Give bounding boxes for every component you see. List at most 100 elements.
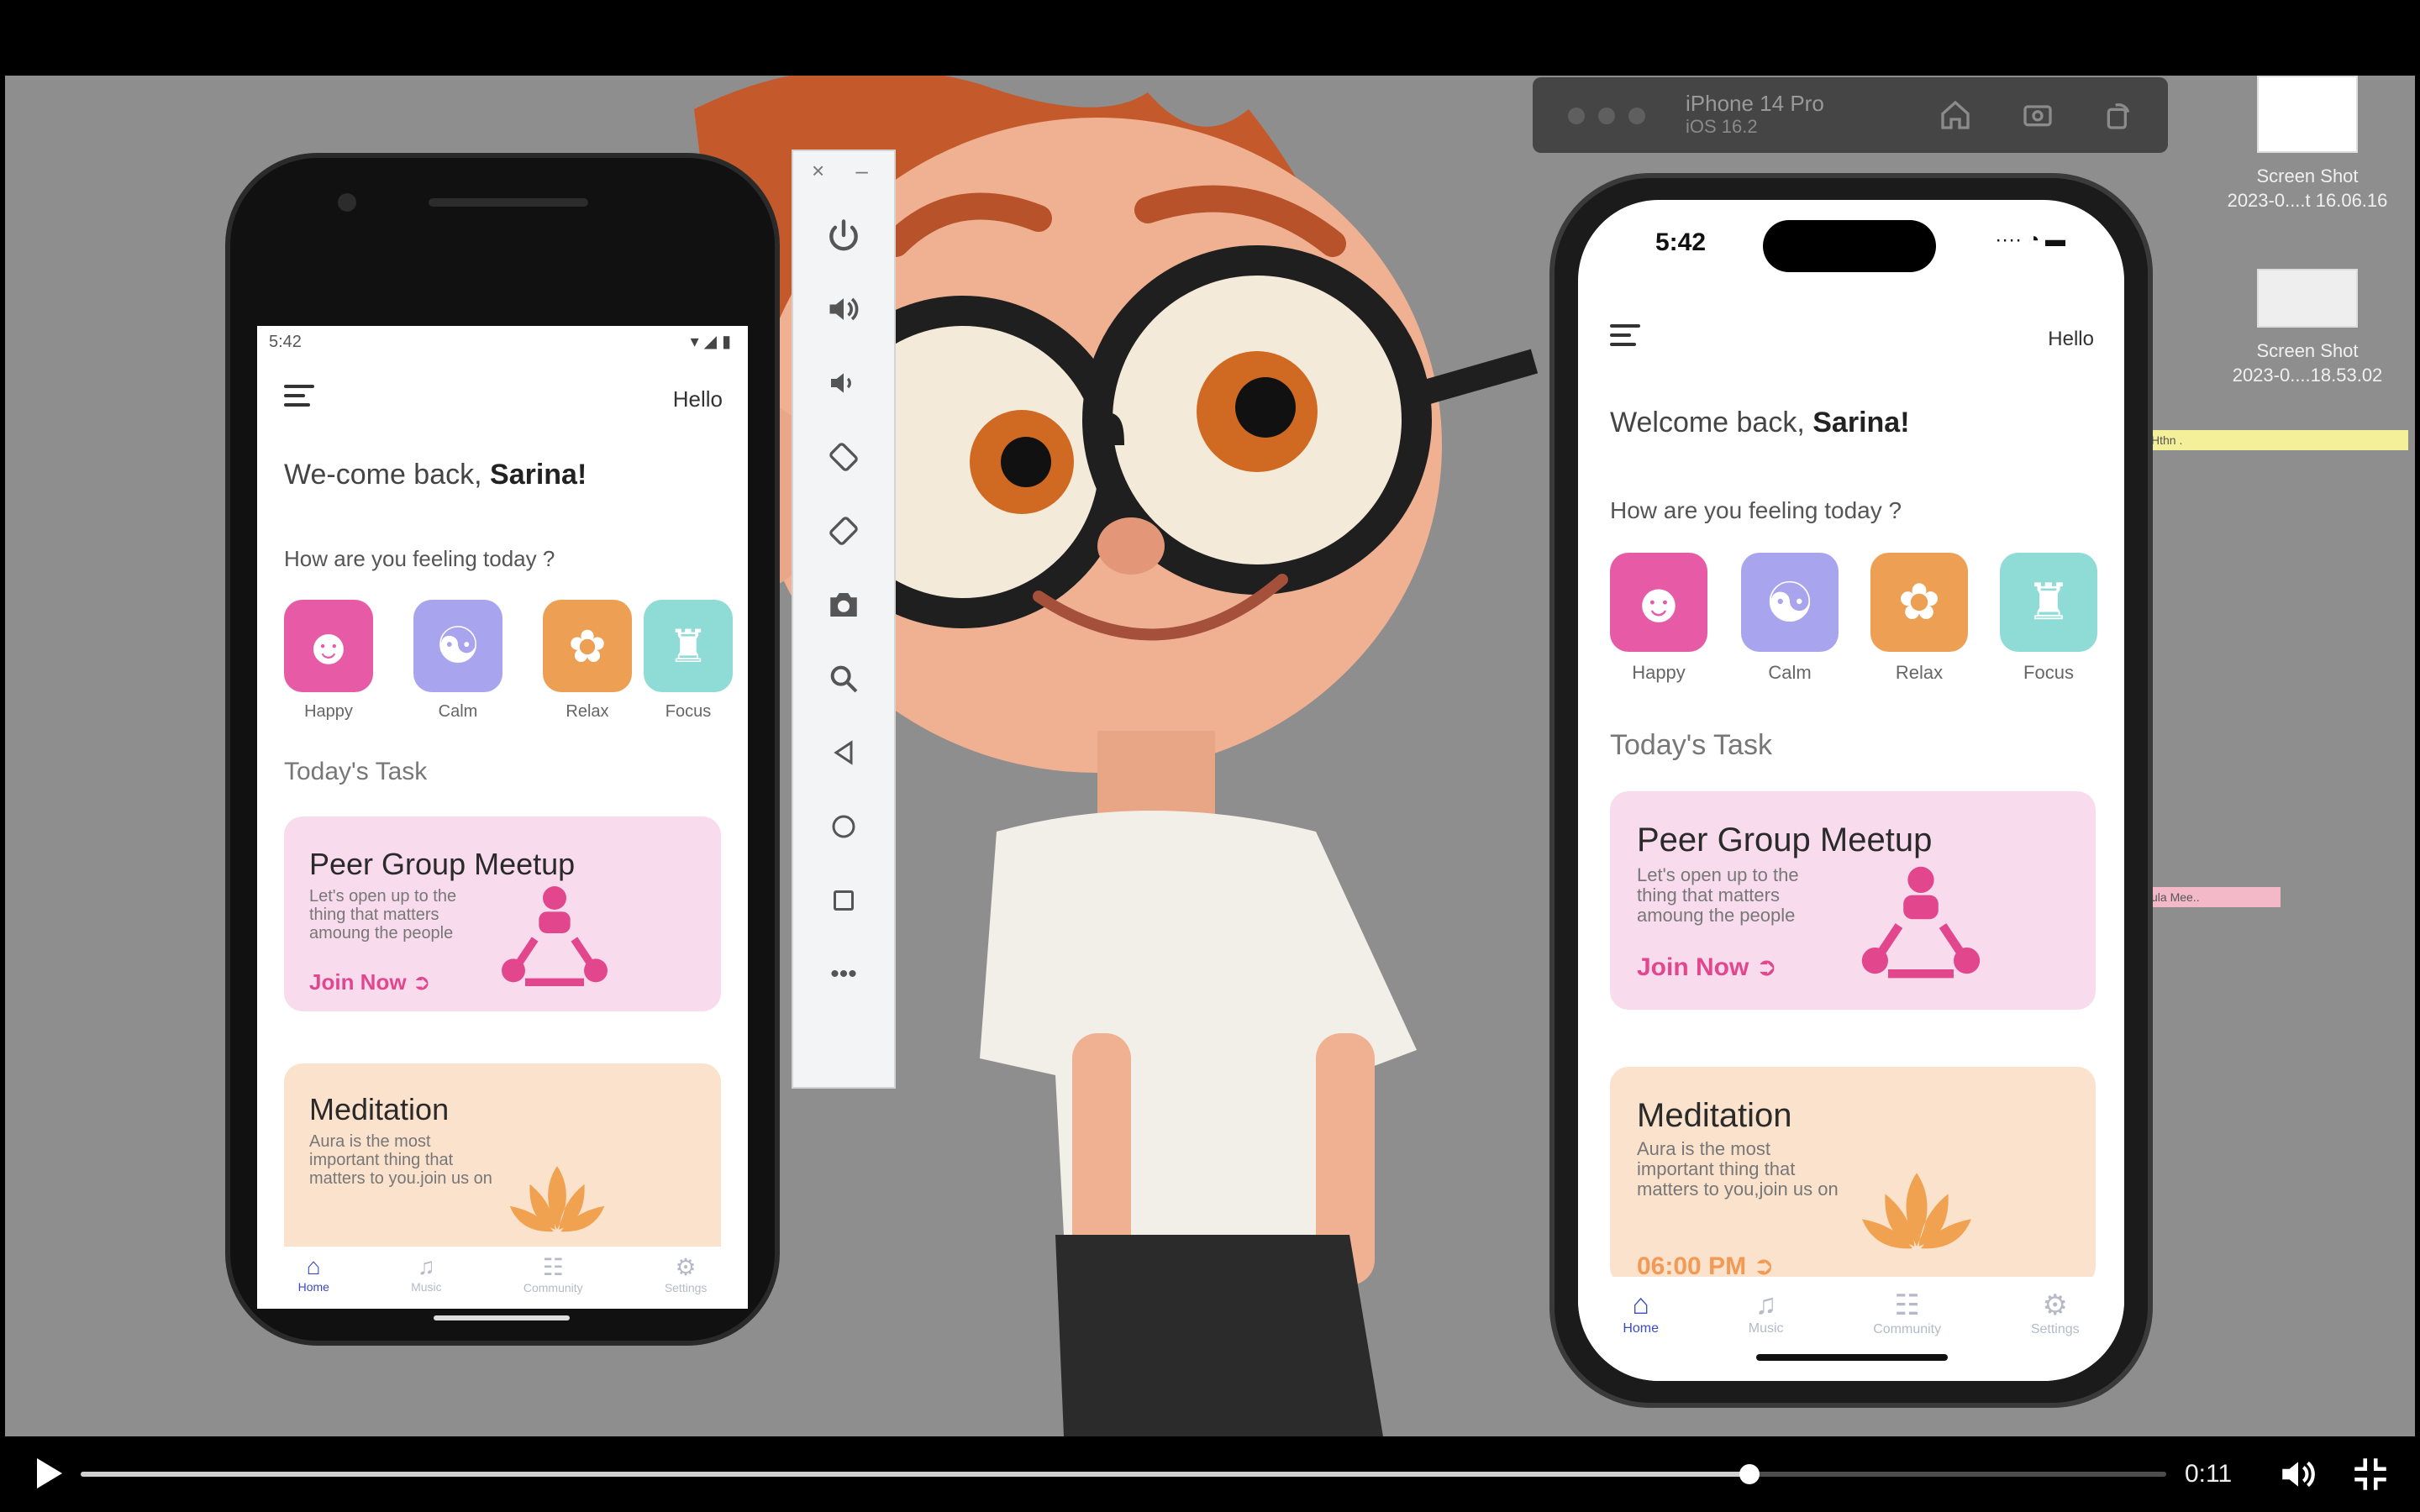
rotate-right-icon[interactable] — [818, 506, 869, 556]
tab-label: Community — [523, 1281, 583, 1294]
rotate-icon[interactable] — [2097, 94, 2139, 136]
mood-label: Happy — [304, 702, 353, 721]
emulator-toolbar: × – ••• — [792, 150, 896, 1089]
tab-label: Settings — [2030, 1322, 2080, 1336]
people-icon: ☷ — [542, 1254, 564, 1280]
tab-home[interactable]: ⌂ Home — [298, 1253, 329, 1309]
tab-label: Community — [1873, 1322, 1942, 1336]
android-screen[interactable]: 5:42 ▾◢▮ Hello We-come back, Sarina! How… — [257, 326, 748, 1309]
video-player: Screen Shot 2023-0....t 16.06.16 Screen … — [0, 0, 2420, 1512]
welcome-heading: We-come back, Sarina! — [284, 459, 587, 491]
mood-calm[interactable]: ☯ Calm — [413, 600, 502, 722]
volume-down-icon[interactable] — [818, 358, 869, 408]
power-icon[interactable] — [818, 210, 869, 260]
home-icon[interactable] — [1934, 94, 1976, 136]
tab-settings[interactable]: ⚙ Settings — [2031, 1289, 2080, 1381]
mood-relax[interactable]: ✿ Relax — [1870, 553, 1968, 684]
mood-happy[interactable]: ☻ Happy — [284, 600, 373, 722]
bottom-tab-bar: ⌂ Home ♫ Music ☷ Community ⚙ Settings — [257, 1247, 748, 1309]
mood-label: Relax — [1895, 662, 1944, 683]
lotus-icon — [1862, 1173, 1971, 1249]
camera-icon[interactable] — [818, 580, 869, 630]
gear-icon: ⚙ — [675, 1254, 697, 1280]
minimize-icon[interactable]: – — [855, 158, 867, 183]
progress-bar[interactable] — [81, 1464, 2166, 1484]
volume-icon[interactable] — [2277, 1453, 2319, 1495]
toolbar-window-controls: × – — [812, 158, 879, 183]
group-people-icon — [1861, 866, 1981, 979]
home-indicator — [434, 1315, 570, 1320]
iphone-screen[interactable]: 5:42 ···· ◔ ▬ Hello Welcome back, Sarina… — [1578, 200, 2124, 1381]
volume-up-icon[interactable] — [818, 284, 869, 334]
tab-community[interactable]: ☷ Community — [523, 1253, 583, 1309]
tasks-title: Today's Task — [284, 758, 428, 785]
file-name-line1: Screen Shot — [2256, 165, 2359, 186]
status-icons: ▾◢▮ — [690, 333, 736, 351]
smiley-icon: ☻ — [284, 600, 373, 692]
mood-relax[interactable]: ✿ Relax — [543, 600, 632, 722]
yin-yang-icon: ☯ — [1741, 553, 1839, 652]
fullscreen-exit-icon[interactable] — [2349, 1453, 2391, 1495]
tab-label: Home — [1623, 1321, 1660, 1336]
back-icon[interactable] — [818, 727, 869, 778]
menu-icon[interactable] — [1610, 324, 1640, 348]
focus-figure-icon: ♜ — [2000, 553, 2097, 652]
tab-home[interactable]: ⌂ Home — [1623, 1289, 1659, 1381]
menu-icon[interactable] — [284, 385, 314, 408]
music-note-icon: ♫ — [417, 1253, 435, 1279]
rotate-left-icon[interactable] — [818, 432, 869, 482]
group-people-icon — [502, 886, 608, 986]
overview-square-icon[interactable] — [818, 875, 869, 926]
file-name-line2: 2023-0....t 16.06.16 — [2227, 189, 2388, 211]
card-title: Peer Group Meetup — [309, 847, 576, 881]
iphone-frame: 5:42 ···· ◔ ▬ Hello Welcome back, Sarina… — [1549, 173, 2153, 1408]
meditation-card[interactable]: Meditation Aura is the most important th… — [1610, 1067, 2096, 1285]
status-icons: ···· ◔ ▬ — [1995, 228, 2065, 251]
mood-label: Calm — [438, 702, 478, 721]
tab-settings[interactable]: ⚙ Settings — [665, 1253, 708, 1309]
video-frame[interactable]: Screen Shot 2023-0....t 16.06.16 Screen … — [5, 76, 2415, 1436]
hello-label: Hello — [2048, 328, 2094, 350]
mood-focus[interactable]: ♜ Focus — [644, 600, 733, 722]
close-icon[interactable]: × — [812, 158, 824, 183]
peer-group-card[interactable]: Peer Group Meetup Let's open up to the t… — [1610, 791, 2096, 1010]
desktop-file-screenshot-1[interactable]: Screen Shot 2023-0....t 16.06.16 — [2181, 76, 2415, 213]
play-icon[interactable] — [27, 1453, 67, 1494]
status-bar: 5:42 ▾◢▮ — [266, 331, 736, 353]
file-name-line1: Screen Shot — [2256, 340, 2359, 361]
join-now-link[interactable]: Join Now ➲ — [1637, 953, 1777, 982]
mood-label: Relax — [566, 702, 609, 721]
more-icon[interactable]: ••• — [818, 949, 869, 1000]
tab-music[interactable]: ♫ Music — [411, 1253, 442, 1309]
screenshot-thumbnail — [2257, 269, 2358, 328]
peer-group-card[interactable]: Peer Group Meetup Let's open up to the t… — [284, 816, 721, 1011]
screenshot-thumbnail — [2257, 76, 2358, 153]
sticky-note-1[interactable]: Hthn . — [2146, 430, 2408, 450]
mood-calm[interactable]: ☯ Calm — [1741, 553, 1839, 684]
tab-label: Music — [411, 1280, 442, 1294]
welcome-prefix: Welcome back, — [1610, 407, 1813, 438]
progress-knob[interactable] — [1739, 1464, 1760, 1484]
gear-icon: ⚙ — [2042, 1289, 2068, 1321]
yin-yang-icon: ☯ — [413, 600, 502, 692]
tab-label: Settings — [664, 1281, 708, 1294]
home-icon: ⌂ — [1632, 1289, 1649, 1320]
elapsed-time: 0:11 — [2185, 1460, 2233, 1488]
desktop-file-screenshot-2[interactable]: Screen Shot 2023-0....18.53.02 — [2181, 269, 2415, 387]
zoom-icon[interactable] — [818, 654, 869, 704]
tab-music[interactable]: ♫ Music — [1749, 1289, 1784, 1381]
mood-happy[interactable]: ☻ Happy — [1610, 553, 1707, 684]
feeling-prompt: How are you feeling today ? — [284, 546, 555, 571]
card-desc: Let's open up to the thing that matters … — [1637, 864, 1799, 927]
sticky-note-2[interactable]: ula Mee.. — [2146, 887, 2281, 907]
home-circle-icon[interactable] — [818, 801, 869, 852]
device-name: iPhone 14 Pro — [1686, 91, 1824, 116]
screenshot-icon[interactable] — [2017, 94, 2059, 136]
file-name-line2: 2023-0....18.53.02 — [2232, 364, 2383, 386]
arrow-circle-icon: ➲ — [1755, 953, 1777, 981]
join-now-link[interactable]: Join Now ➲ — [309, 969, 431, 995]
window-traffic-lights[interactable] — [1568, 108, 1659, 129]
tab-community[interactable]: ☷ Community — [1873, 1289, 1941, 1381]
mood-focus[interactable]: ♜ Focus — [2000, 553, 2097, 684]
home-icon: ⌂ — [306, 1253, 321, 1279]
